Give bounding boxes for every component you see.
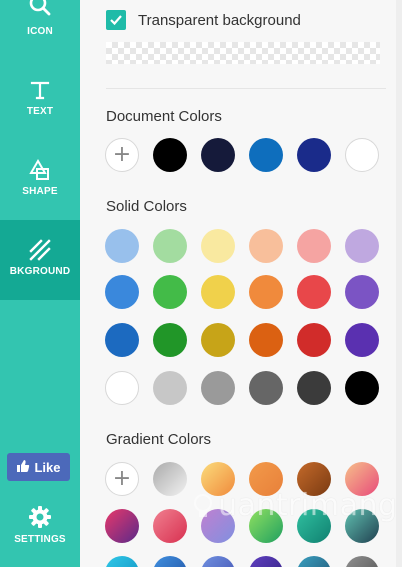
gear-icon bbox=[24, 504, 56, 530]
search-icon bbox=[24, 0, 56, 20]
sidebar-item-label: TEXT bbox=[26, 106, 54, 117]
sidebar-item-shape[interactable]: SHAPE bbox=[0, 140, 80, 220]
solid-color-swatch[interactable] bbox=[345, 371, 379, 405]
solid-color-swatch[interactable] bbox=[297, 371, 331, 405]
solid-colors-row bbox=[105, 275, 379, 309]
watermark-text: uantrimang bbox=[218, 488, 398, 523]
gradient-color-swatch[interactable] bbox=[153, 509, 187, 543]
solid-color-swatch[interactable] bbox=[105, 229, 139, 263]
thumbs-up-icon bbox=[16, 459, 30, 476]
solid-colors-row bbox=[105, 323, 379, 357]
gradient-color-swatch[interactable] bbox=[297, 556, 331, 567]
transparent-preview bbox=[106, 42, 380, 64]
gradient-colors-row bbox=[105, 556, 379, 567]
watermark: uantrimang bbox=[190, 488, 398, 523]
solid-colors-row bbox=[105, 371, 379, 405]
solid-color-swatch[interactable] bbox=[105, 275, 139, 309]
document-color-swatch[interactable] bbox=[249, 138, 283, 172]
solid-color-swatch[interactable] bbox=[249, 323, 283, 357]
solid-color-swatch[interactable] bbox=[249, 229, 283, 263]
document-color-swatch[interactable] bbox=[201, 138, 235, 172]
gradient-color-swatch[interactable] bbox=[201, 556, 235, 567]
gradient-color-swatch[interactable] bbox=[153, 556, 187, 567]
lightbulb-icon bbox=[194, 493, 212, 517]
sidebar-item-settings[interactable]: SETTINGS bbox=[0, 492, 80, 567]
solid-color-swatch[interactable] bbox=[201, 229, 235, 263]
sidebar-item-text[interactable]: TEXT bbox=[0, 60, 80, 140]
gradient-color-swatch[interactable] bbox=[345, 556, 379, 567]
facebook-like-button[interactable]: Like bbox=[7, 453, 70, 481]
gradient-color-swatch[interactable] bbox=[249, 556, 283, 567]
add-gradient-button[interactable]: + bbox=[105, 462, 139, 496]
solid-color-swatch[interactable] bbox=[201, 371, 235, 405]
document-color-swatch[interactable] bbox=[345, 138, 379, 172]
transparent-background-label: Transparent background bbox=[138, 11, 301, 29]
checkmark-icon bbox=[110, 15, 122, 26]
solid-color-swatch[interactable] bbox=[297, 275, 331, 309]
solid-color-swatch[interactable] bbox=[345, 229, 379, 263]
solid-color-swatch[interactable] bbox=[249, 275, 283, 309]
add-color-button[interactable]: + bbox=[105, 138, 139, 172]
gradient-color-swatch[interactable] bbox=[105, 509, 139, 543]
solid-color-swatch[interactable] bbox=[249, 371, 283, 405]
solid-colors-row bbox=[105, 229, 379, 263]
sidebar-item-label: SHAPE bbox=[22, 186, 58, 197]
solid-color-swatch[interactable] bbox=[153, 371, 187, 405]
document-colors-title: Document Colors bbox=[106, 108, 222, 125]
solid-color-swatch[interactable] bbox=[345, 275, 379, 309]
solid-color-swatch[interactable] bbox=[201, 323, 235, 357]
sidebar-item-background[interactable]: BKGROUND bbox=[0, 220, 80, 300]
solid-colors-title: Solid Colors bbox=[106, 198, 187, 215]
gradient-colors-title: Gradient Colors bbox=[106, 431, 212, 448]
solid-color-swatch[interactable] bbox=[297, 229, 331, 263]
document-color-swatch[interactable] bbox=[153, 138, 187, 172]
sidebar: ICON TEXT SHAPE BKGROUND Like SETTINGS bbox=[0, 0, 80, 567]
text-icon bbox=[24, 77, 56, 103]
sidebar-item-label: SETTINGS bbox=[14, 534, 66, 545]
shape-icon bbox=[24, 157, 56, 183]
solid-color-swatch[interactable] bbox=[153, 275, 187, 309]
solid-color-swatch[interactable] bbox=[105, 323, 139, 357]
solid-color-swatch[interactable] bbox=[153, 323, 187, 357]
gradient-color-swatch[interactable] bbox=[105, 556, 139, 567]
solid-color-swatch[interactable] bbox=[201, 275, 235, 309]
sidebar-item-label: ICON bbox=[27, 26, 53, 37]
solid-color-swatch[interactable] bbox=[345, 323, 379, 357]
gradient-color-swatch[interactable] bbox=[153, 462, 187, 496]
scrollbar[interactable] bbox=[396, 0, 402, 567]
transparent-background-checkbox[interactable] bbox=[106, 10, 126, 30]
document-color-swatch[interactable] bbox=[297, 138, 331, 172]
transparent-background-option[interactable]: Transparent background bbox=[106, 9, 386, 31]
solid-color-swatch[interactable] bbox=[153, 229, 187, 263]
background-icon bbox=[24, 237, 56, 263]
sidebar-item-label: BKGROUND bbox=[9, 266, 71, 277]
solid-color-swatch[interactable] bbox=[297, 323, 331, 357]
divider bbox=[106, 88, 386, 89]
solid-color-swatch[interactable] bbox=[105, 371, 139, 405]
document-colors-row: + bbox=[105, 138, 379, 172]
like-label: Like bbox=[34, 459, 61, 475]
